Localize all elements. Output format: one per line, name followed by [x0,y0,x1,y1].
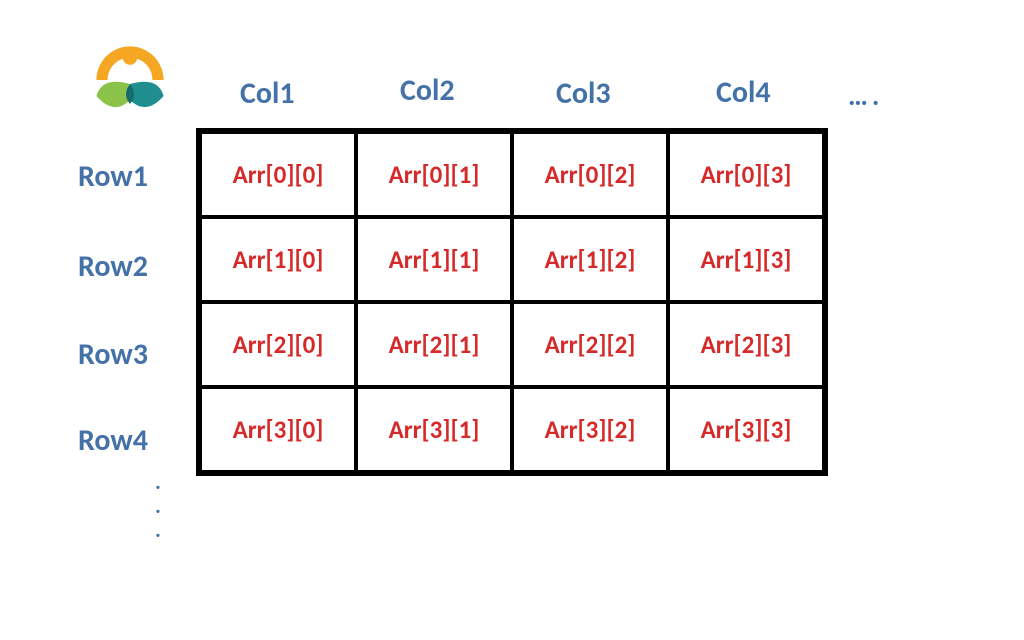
cell-text: Arr[2][0] [233,329,324,360]
table-row: Arr[0][0] Arr[0][1] Arr[0][2] Arr[0][3] [200,132,824,217]
col-header-3: Col3 [556,75,611,112]
cell-1-1: Arr[1][1] [356,217,512,302]
cell-text: Arr[1][3] [701,244,792,275]
cell-text: Arr[1][1] [389,244,480,275]
cell-3-2: Arr[3][2] [512,387,668,472]
dot: . [148,518,168,542]
table-row: Arr[1][0] Arr[1][1] Arr[1][2] Arr[1][3] [200,217,824,302]
row-ellipsis: . . . [148,470,168,543]
cell-text: Arr[1][2] [545,244,636,275]
cell-2-3: Arr[2][3] [668,302,824,387]
cell-text: Arr[2][1] [389,329,480,360]
cell-text: Arr[0][0] [233,159,324,190]
cell-text: Arr[3][3] [701,414,792,445]
table-row: Arr[2][0] Arr[2][1] Arr[2][2] Arr[2][3] [200,302,824,387]
dot: . [148,470,168,494]
cell-0-3: Arr[0][3] [668,132,824,217]
cell-0-2: Arr[0][2] [512,132,668,217]
cell-1-2: Arr[1][2] [512,217,668,302]
col-ellipsis: …. [848,78,883,113]
cell-1-0: Arr[1][0] [200,217,356,302]
row-header-2: Row2 [78,248,148,285]
row-header-4: Row4 [78,422,148,459]
cell-text: Arr[2][2] [545,329,636,360]
cell-text: Arr[3][2] [545,414,636,445]
row-header-3: Row3 [78,336,148,373]
cell-2-1: Arr[2][1] [356,302,512,387]
cell-2-2: Arr[2][2] [512,302,668,387]
cell-0-0: Arr[0][0] [200,132,356,217]
cell-text: Arr[3][0] [233,414,324,445]
col-header-2: Col2 [400,72,455,109]
cell-text: Arr[1][0] [233,244,324,275]
col-header-4: Col4 [716,74,771,111]
dot: . [148,494,168,518]
cell-text: Arr[0][2] [545,159,636,190]
array-grid: Arr[0][0] Arr[0][1] Arr[0][2] Arr[0][3] … [196,128,828,476]
table-row: Arr[3][0] Arr[3][1] Arr[3][2] Arr[3][3] [200,387,824,472]
cell-2-0: Arr[2][0] [200,302,356,387]
cell-text: Arr[0][1] [389,159,480,190]
cell-3-0: Arr[3][0] [200,387,356,472]
diagram-stage: Col1 Col2 Col3 Col4 …. Row1 Row2 Row3 Ro… [0,0,1024,640]
cell-text: Arr[2][3] [701,329,792,360]
row-header-1: Row1 [78,158,148,195]
leaf-person-logo-icon [90,40,170,120]
cell-text: Arr[3][1] [389,414,480,445]
cell-0-1: Arr[0][1] [356,132,512,217]
cell-3-1: Arr[3][1] [356,387,512,472]
cell-1-3: Arr[1][3] [668,217,824,302]
col-header-1: Col1 [240,75,295,112]
cell-text: Arr[0][3] [701,159,792,190]
cell-3-3: Arr[3][3] [668,387,824,472]
